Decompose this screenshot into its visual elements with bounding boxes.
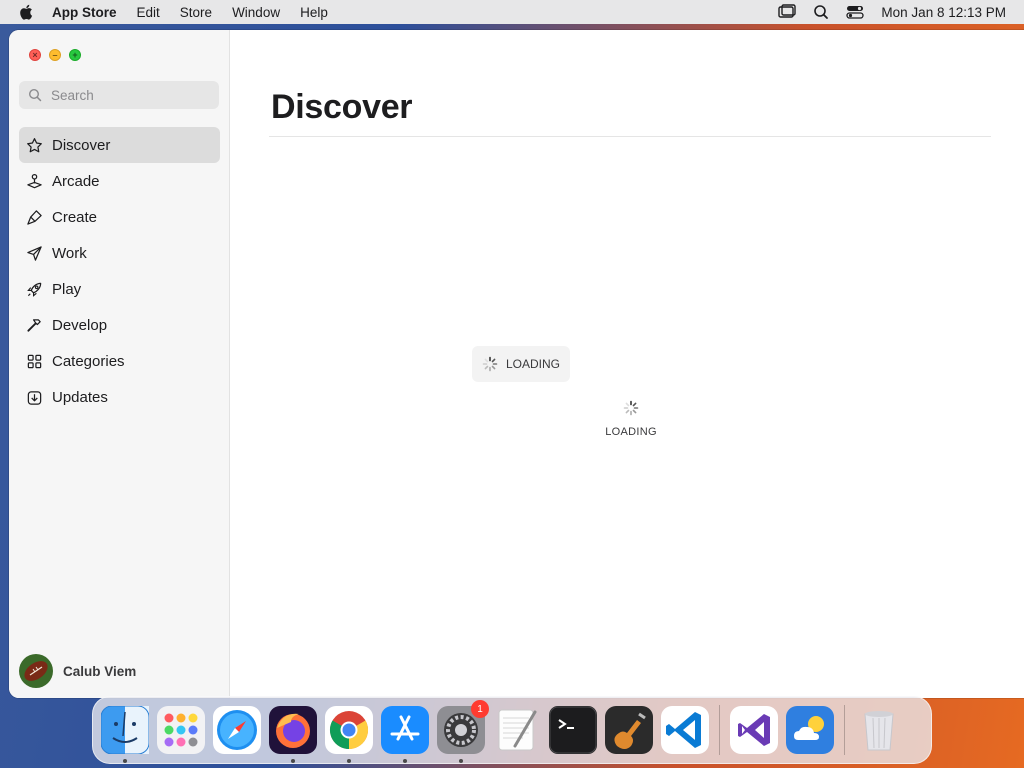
dock-chrome-icon[interactable] [325,706,373,763]
sidebar-item-create[interactable]: Create [19,199,220,235]
sidebar-item-label: Arcade [52,172,100,190]
screen-mirroring-icon[interactable] [777,4,797,20]
menu-bar-clock[interactable]: Mon Jan 8 12:13 PM [881,5,1006,20]
dock-textedit-icon[interactable] [493,706,541,754]
sidebar-item-label: Develop [52,316,108,334]
loading-label: LOADING [506,357,561,371]
joystick-icon [25,172,43,190]
running-indicator [459,759,463,763]
control-center-icon[interactable] [845,4,865,20]
dock-separator [844,705,845,755]
zoom-button[interactable]: + [69,49,81,61]
window-controls: × – + [29,49,89,61]
search-placeholder: Search [51,87,94,103]
main-content: Discover LOADING LOADING [230,30,1024,698]
menu-store[interactable]: Store [180,5,212,20]
paper-plane-icon [25,244,43,262]
sidebar-item-work[interactable]: Work [19,235,220,271]
running-indicator [347,759,351,763]
hammer-icon [25,316,43,334]
menu-app-name[interactable]: App Store [52,5,117,20]
spinner-icon [482,356,498,372]
menu-edit[interactable]: Edit [137,5,160,20]
sidebar-item-categories[interactable]: Categories [19,343,220,379]
sidebar-item-develop[interactable]: Develop [19,307,220,343]
menu-help[interactable]: Help [300,5,328,20]
apple-logo-icon[interactable] [18,3,36,21]
menu-window[interactable]: Window [232,5,280,20]
loading-indicator: LOADING [472,346,570,382]
menu-bar: App Store Edit Store Window Help Mon Jan… [0,0,1024,24]
sidebar: × – + Search Discover Arcade Create Work… [9,30,230,698]
sidebar-item-label: Work [52,244,87,262]
dock-system-settings-icon[interactable]: 1 [437,700,489,763]
user-name: Calub Viem [63,663,137,679]
dock-safari-icon[interactable] [213,706,261,754]
sidebar-item-label: Discover [52,136,111,154]
dock-visual-studio-icon[interactable] [730,706,778,754]
title-divider [269,136,991,137]
minimize-button[interactable]: – [49,49,61,61]
running-indicator [123,759,127,763]
dock: 1 [92,696,932,764]
zoom-icon: + [72,49,78,60]
sidebar-item-discover[interactable]: Discover [19,127,220,163]
dock-separator [719,705,720,755]
avatar [19,654,53,688]
grid-icon [25,352,43,370]
dock-weather-icon[interactable] [786,706,834,754]
spinner-icon [623,400,639,416]
dock-garageband-icon[interactable] [605,706,653,754]
sidebar-item-arcade[interactable]: Arcade [19,163,220,199]
app-store-window: × – + Search Discover Arcade Create Work… [9,30,1024,698]
dock-finder-icon[interactable] [101,706,149,763]
search-icon [28,88,42,102]
star-icon [25,136,43,154]
running-indicator [291,759,295,763]
sidebar-nav: Discover Arcade Create Work Play Develop… [19,127,220,415]
dock-firefox-icon[interactable] [269,706,317,763]
dock-vscode-icon[interactable] [661,706,709,754]
sidebar-item-label: Categories [52,352,125,370]
running-indicator [403,759,407,763]
sidebar-item-label: Updates [52,388,108,406]
account-button[interactable]: Calub Viem [19,654,136,688]
search-field[interactable]: Search [19,81,219,109]
loading-label: LOADING [605,426,657,438]
sidebar-item-label: Play [52,280,82,298]
rocket-icon [25,280,43,298]
spotlight-search-icon[interactable] [811,4,831,20]
dock-launchpad-icon[interactable] [157,706,205,754]
page-title: Discover [271,88,413,126]
notification-badge: 1 [471,700,489,718]
brush-icon [25,208,43,226]
menu-bar-status-area: Mon Jan 8 12:13 PM [763,0,1006,24]
sidebar-item-play[interactable]: Play [19,271,220,307]
sidebar-item-label: Create [52,208,98,226]
dock-terminal-icon[interactable] [549,706,597,754]
minimize-icon: – [52,49,58,60]
dock-trash-icon[interactable] [855,706,903,754]
close-icon: × [32,49,38,60]
download-icon [25,388,43,406]
loading-indicator-secondary: LOADING [601,400,661,440]
sidebar-item-updates[interactable]: Updates [19,379,220,415]
close-button[interactable]: × [29,49,41,61]
dock-app-store-icon[interactable] [381,706,429,763]
